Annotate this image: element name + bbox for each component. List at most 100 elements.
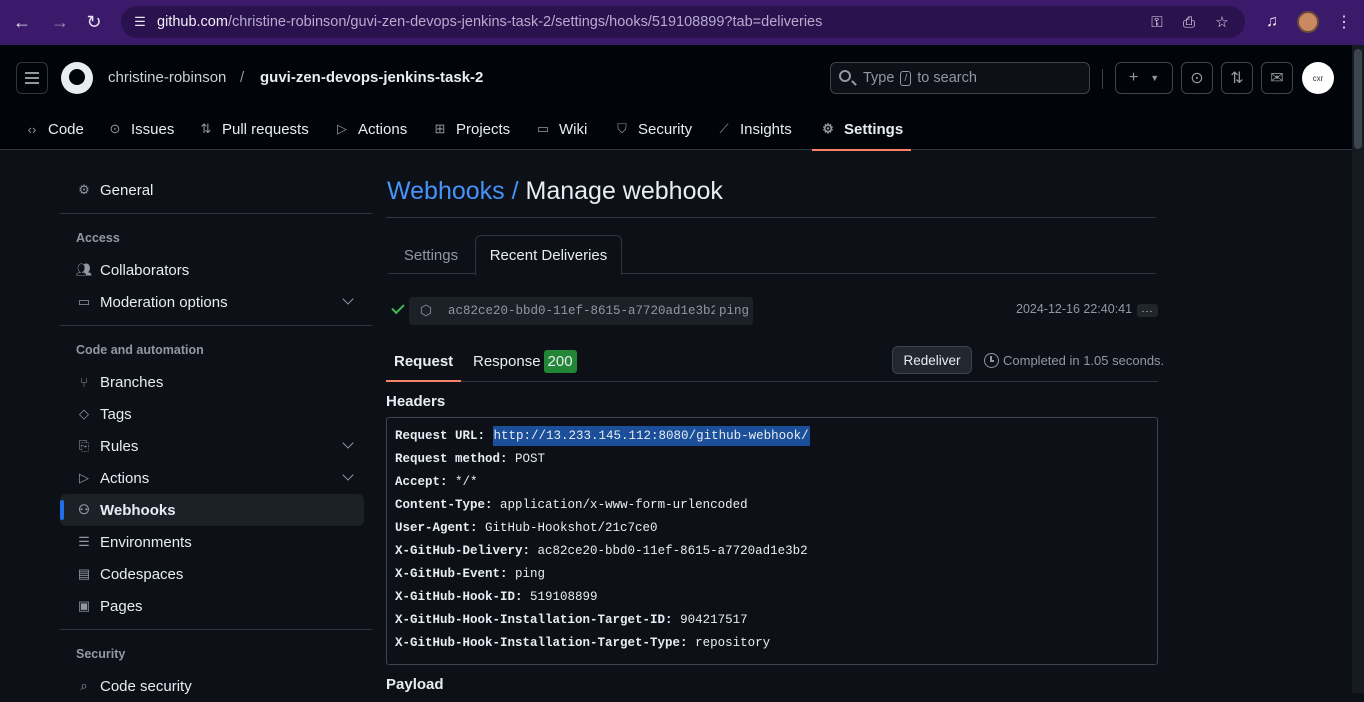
url-text[interactable]: github.com/christine-robinson/guvi-zen-d… bbox=[157, 14, 822, 30]
tab-insights[interactable]: ⟋ Insights bbox=[716, 108, 791, 150]
tab-security[interactable]: ⛉ Security bbox=[614, 108, 692, 150]
chevron-down-icon bbox=[342, 469, 354, 481]
pull-requests-icon[interactable]: ⇅ bbox=[1221, 62, 1253, 94]
key-icon[interactable]: ⚿ bbox=[1147, 12, 1167, 32]
create-new-button[interactable]: + ▼ bbox=[1115, 62, 1173, 94]
browser-icon: ▣ bbox=[77, 598, 91, 613]
search-icon bbox=[839, 70, 851, 82]
branch-icon: ⑂ bbox=[80, 374, 88, 390]
tab-webhook-settings[interactable]: Settings bbox=[388, 235, 474, 275]
play-icon: ▷ bbox=[79, 470, 89, 485]
request-url-value[interactable]: http://13.233.145.112:8080/github-webhoo… bbox=[492, 426, 810, 446]
redeliver-button[interactable]: Redeliver bbox=[892, 346, 972, 374]
codescan-icon: ⌕ bbox=[80, 678, 88, 693]
gear-icon: ⚙ bbox=[822, 121, 834, 136]
tab-code[interactable]: ‹› Code bbox=[24, 108, 84, 150]
tab-wiki[interactable]: ▭ Wiki bbox=[535, 108, 587, 150]
tab-settings[interactable]: ⚙ Settings bbox=[811, 108, 912, 151]
tab-response[interactable]: Response 200 bbox=[473, 342, 577, 381]
header-divider bbox=[1102, 69, 1103, 89]
chevron-down-icon bbox=[342, 437, 354, 449]
header-line: Content-Type: application/x-www-form-url… bbox=[395, 498, 748, 512]
headers-heading: Headers bbox=[386, 393, 446, 410]
sidebar-item-general[interactable]: ⚙ General bbox=[60, 174, 364, 206]
user-avatar[interactable]: cxr bbox=[1302, 62, 1334, 94]
sidebar-item-moderation[interactable]: ▭ Moderation options bbox=[60, 286, 364, 318]
more-options-button[interactable]: ··· bbox=[1137, 304, 1158, 317]
github-header: christine-robinson / guvi-zen-devops-jen… bbox=[0, 45, 1352, 151]
people-icon: 👥︎ bbox=[75, 262, 93, 277]
check-icon bbox=[391, 300, 405, 315]
title-divider bbox=[386, 217, 1156, 218]
status-badge: 200 bbox=[543, 350, 577, 373]
forward-arrow-icon[interactable]: → bbox=[48, 10, 72, 34]
book-icon: ▭ bbox=[536, 121, 550, 136]
sidebar-item-codespaces[interactable]: ▤ Codespaces bbox=[60, 558, 364, 590]
browser-profile-avatar[interactable] bbox=[1297, 11, 1319, 33]
sidebar-item-collaborators[interactable]: 👥︎ Collaborators bbox=[60, 254, 364, 286]
sidebar-item-environments[interactable]: ☰ Environments bbox=[60, 526, 364, 558]
issues-icon[interactable]: ⊙ bbox=[1181, 62, 1213, 94]
chevron-down-icon bbox=[342, 293, 354, 305]
header-line: X-GitHub-Hook-ID: 519108899 bbox=[395, 590, 598, 604]
browser-toolbar: ← → ↻ ☰ github.com/christine-robinson/gu… bbox=[0, 0, 1364, 45]
header-line: Request method: POST bbox=[395, 452, 546, 466]
tab-issues[interactable]: ⊙ Issues bbox=[107, 108, 175, 150]
page-scrollbar[interactable] bbox=[1352, 45, 1364, 693]
sidebar-heading-code: Code and automation bbox=[76, 343, 204, 357]
sidebar-divider bbox=[60, 213, 372, 214]
sidebar-divider bbox=[60, 629, 372, 630]
webhook-tabs: Settings Recent Deliveries bbox=[388, 235, 1156, 275]
back-arrow-icon[interactable]: ← bbox=[10, 10, 34, 34]
sidebar-item-actions[interactable]: ▷ Actions bbox=[60, 462, 364, 494]
sidebar-item-branches[interactable]: ⑂ Branches bbox=[60, 366, 364, 398]
site-info-icon[interactable]: ☰ bbox=[131, 13, 149, 31]
webhooks-breadcrumb-link[interactable]: Webhooks / bbox=[387, 177, 519, 205]
page-title: Webhooks / Manage webhook bbox=[387, 177, 723, 205]
sidebar-item-pages[interactable]: ▣ Pages bbox=[60, 590, 364, 622]
address-bar[interactable]: ☰ github.com/christine-robinson/guvi-zen… bbox=[121, 6, 1245, 38]
gear-icon: ⚙ bbox=[78, 182, 90, 197]
scrollbar-thumb[interactable] bbox=[1354, 49, 1362, 149]
sidebar-item-rules[interactable]: ⎘ Rules bbox=[60, 430, 364, 462]
media-control-icon[interactable]: ♫ bbox=[1260, 10, 1284, 34]
shield-icon: ⛉ bbox=[617, 121, 627, 136]
hamburger-menu-button[interactable] bbox=[16, 62, 48, 94]
sidebar-heading-security: Security bbox=[76, 647, 126, 661]
tab-projects[interactable]: ⊞ Projects bbox=[432, 108, 511, 150]
delivery-row[interactable]: ⬡ ac82ce20-bbd0-11ef-8615-a7720ad1e3b2 pi… bbox=[386, 297, 1158, 325]
menu-icon bbox=[25, 77, 39, 79]
table-icon: ⊞ bbox=[434, 121, 446, 136]
clock-icon bbox=[984, 353, 999, 368]
sidebar-item-webhooks[interactable]: ⚇ Webhooks bbox=[60, 494, 364, 526]
tab-pull-requests[interactable]: ⇅ Pull requests bbox=[198, 108, 309, 150]
tab-actions[interactable]: ▷ Actions bbox=[334, 108, 407, 150]
sidebar-divider bbox=[60, 325, 372, 326]
header-line: X-GitHub-Hook-Installation-Target-ID: 90… bbox=[395, 613, 748, 627]
reload-icon[interactable]: ↻ bbox=[82, 10, 106, 34]
header-line: Accept: */* bbox=[395, 475, 478, 489]
tab-recent-deliveries[interactable]: Recent Deliveries bbox=[475, 235, 622, 275]
sidebar-item-tags[interactable]: ◇ Tags bbox=[60, 398, 364, 430]
breadcrumb-owner[interactable]: christine-robinson bbox=[108, 69, 226, 86]
install-app-icon[interactable]: ⎙ bbox=[1179, 12, 1199, 32]
issue-icon: ⊙ bbox=[109, 121, 121, 136]
github-logo-icon[interactable] bbox=[61, 62, 93, 94]
tab-request[interactable]: Request bbox=[385, 342, 462, 382]
delivery-id[interactable]: ⬡ ac82ce20-bbd0-11ef-8615-a7720ad1e3b2 bbox=[409, 297, 725, 325]
browser-menu-icon[interactable]: ⋮ bbox=[1332, 10, 1356, 34]
webhook-icon: ⚇ bbox=[78, 502, 90, 517]
headers-panel: Request URL: http://13.233.145.112:8080/… bbox=[386, 417, 1158, 665]
search-input[interactable]: Type / to search bbox=[830, 62, 1090, 94]
pull-request-icon: ⇅ bbox=[200, 121, 212, 136]
tag-icon: ◇ bbox=[79, 406, 89, 421]
comment-icon: ▭ bbox=[77, 294, 91, 309]
sidebar-item-code-security[interactable]: ⌕ Code security bbox=[60, 670, 364, 702]
request-response-tabs: Request Response 200 Redeliver Completed … bbox=[385, 342, 1164, 382]
play-icon: ▷ bbox=[337, 121, 347, 136]
header-line: Request URL: http://13.233.145.112:8080/… bbox=[395, 426, 810, 446]
inbox-icon[interactable]: ✉ bbox=[1261, 62, 1293, 94]
server-icon: ☰ bbox=[78, 534, 90, 549]
breadcrumb-repo[interactable]: guvi-zen-devops-jenkins-task-2 bbox=[260, 69, 483, 86]
bookmark-star-icon[interactable]: ☆ bbox=[1212, 12, 1232, 32]
